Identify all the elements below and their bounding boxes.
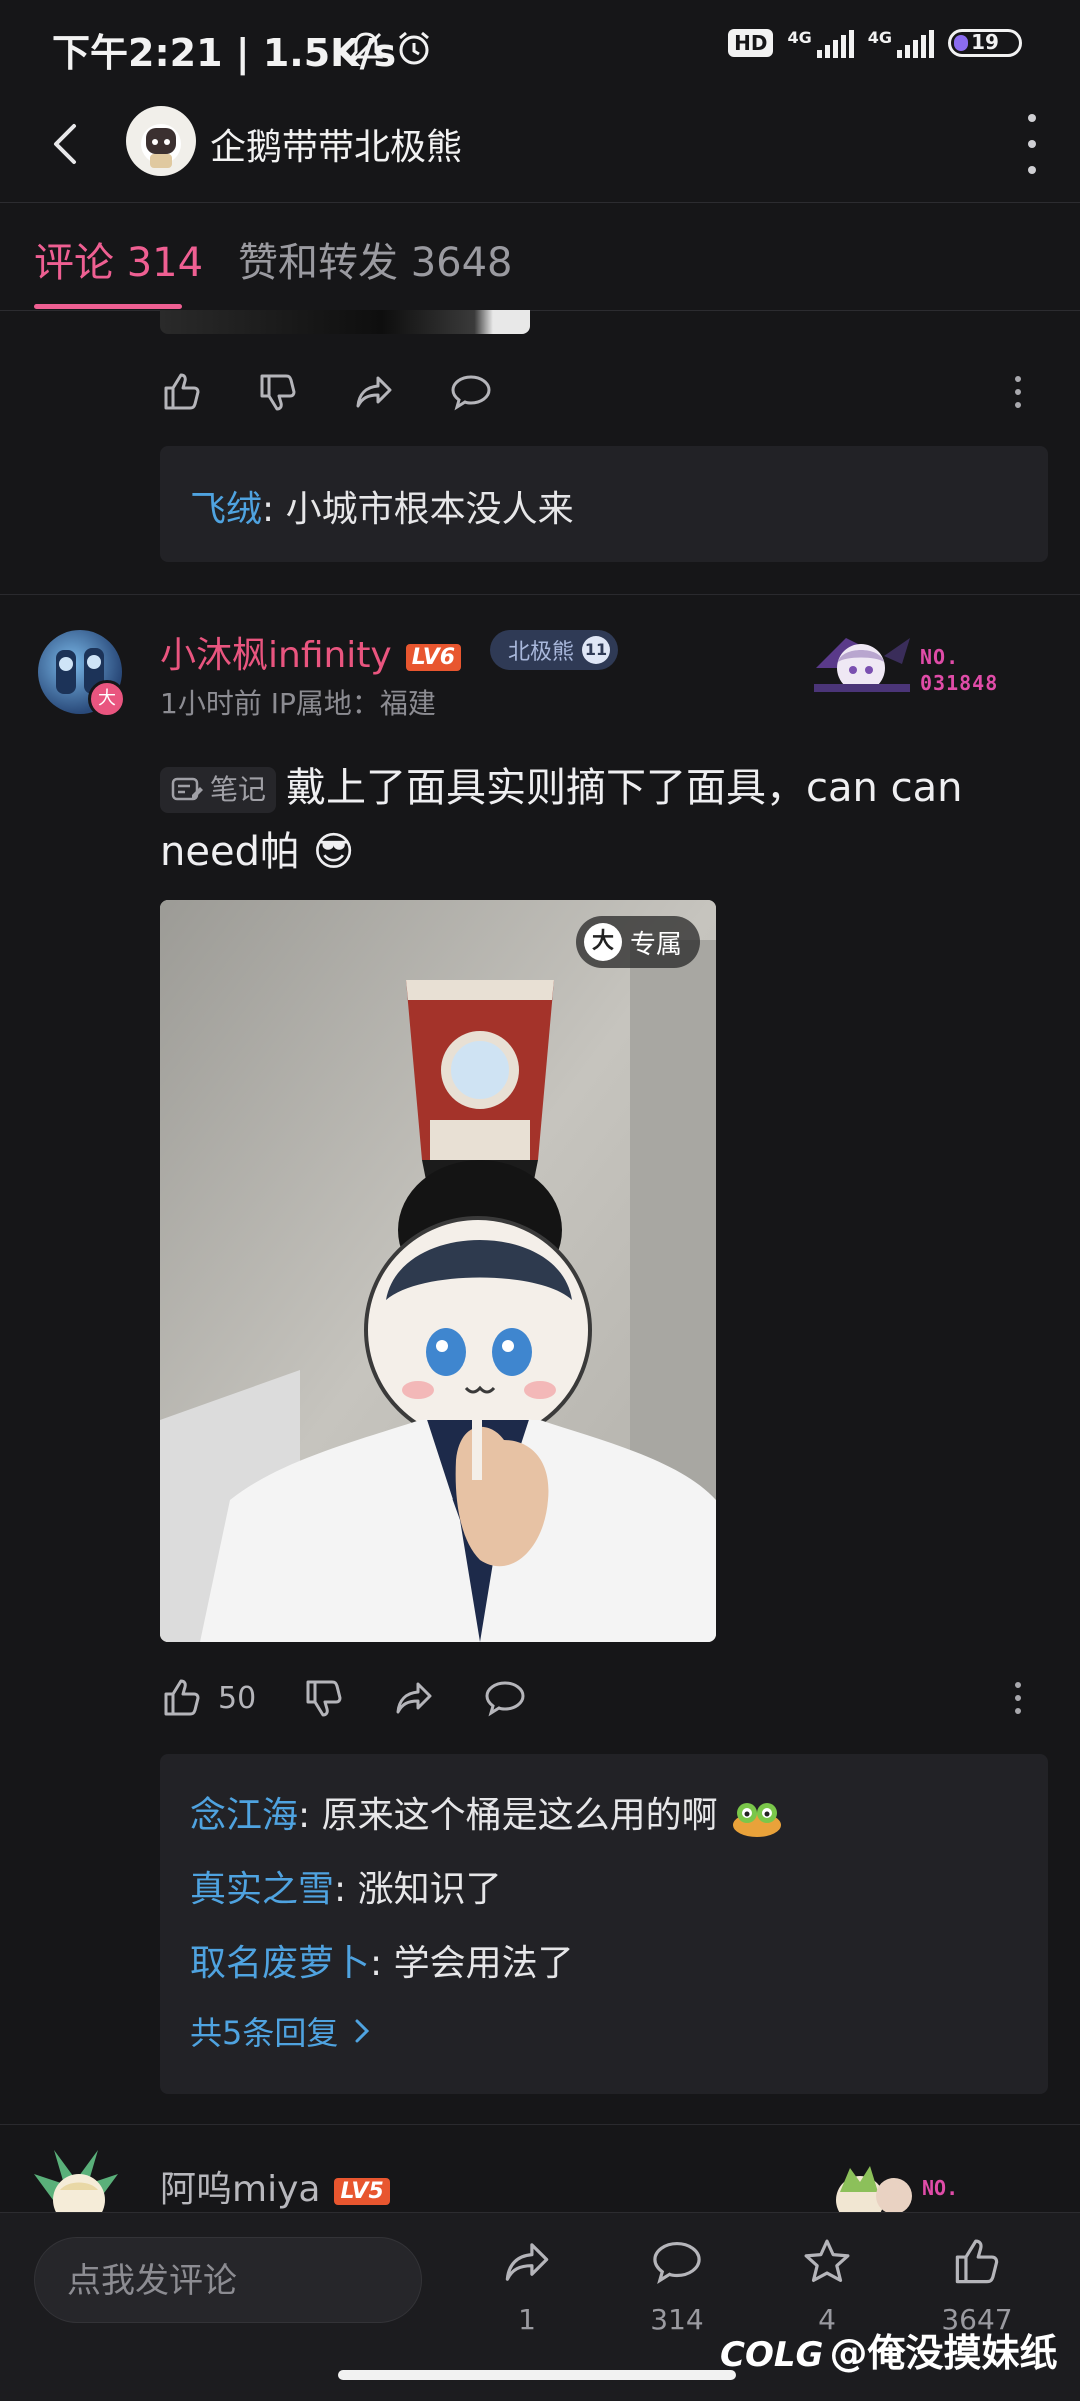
- share-button[interactable]: [352, 370, 396, 414]
- star-icon: [804, 2239, 850, 2283]
- comment-body: 笔记 戴上了面具实则摘下了面具，can can need帕 😎: [160, 765, 963, 875]
- fan-badge[interactable]: 北极熊 11: [490, 630, 619, 670]
- share-button[interactable]: [392, 1676, 436, 1720]
- reply-button[interactable]: [482, 1676, 528, 1720]
- level-badge: LV5: [334, 2177, 390, 2205]
- comment-icon: [451, 375, 491, 411]
- thumbs-down-icon: [306, 1680, 342, 1717]
- status-bar: 下午2:21 | 1.5K/s HD 4G 4G 19: [0, 0, 1080, 96]
- chevron-right-icon: [355, 2019, 370, 2043]
- avatar-badge: 大: [88, 680, 126, 718]
- hd-badge: HD: [728, 29, 774, 57]
- commenter-avatar[interactable]: 大: [38, 630, 126, 718]
- back-icon[interactable]: [40, 116, 96, 172]
- dislike-button[interactable]: [302, 1676, 346, 1720]
- like-button[interactable]: [160, 370, 204, 414]
- sunglasses-emoji: 😎: [312, 829, 355, 875]
- commenter-name[interactable]: 小沐枫infinity LV6: [160, 626, 462, 678]
- comment-meta: 1小时前 IP属地：福建: [160, 687, 436, 720]
- frog-emoji-icon: [729, 1795, 785, 1837]
- tab-comments[interactable]: 评论 314: [34, 230, 203, 288]
- comment-icon: [653, 2241, 701, 2284]
- page-title: 企鹅带带北极熊: [210, 127, 463, 168]
- reply-line: 取名废萝卜: 学会用法了: [190, 1943, 574, 1984]
- author-avatar[interactable]: [126, 106, 196, 176]
- thumbs-up-icon: [164, 1679, 200, 1716]
- comment-icon: [485, 1681, 525, 1717]
- like-count: 50: [218, 1680, 257, 1716]
- tab-active-indicator: [34, 304, 182, 309]
- share-icon: [356, 376, 392, 408]
- bottom-share-button[interactable]: 1: [472, 2235, 582, 2336]
- collection-card[interactable]: NO. 031848: [806, 628, 1006, 706]
- dislike-button[interactable]: [256, 370, 300, 414]
- comment-more-icon[interactable]: [1008, 376, 1028, 408]
- bottom-comment-button[interactable]: 314: [622, 2235, 732, 2336]
- reply-button[interactable]: [448, 370, 494, 414]
- reply-line: 飞绒: 小城市根本没人来: [190, 489, 574, 530]
- battery-icon: 19: [948, 29, 1022, 57]
- exclusive-badge: 大 专属: [575, 916, 700, 968]
- top-nav: 企鹅带带北极熊: [0, 96, 1080, 203]
- next-commenter-avatar[interactable]: [24, 2144, 134, 2212]
- next-commenter-name[interactable]: 阿呜miya LV5: [160, 2160, 390, 2212]
- signal-icon-2: 4G: [868, 28, 934, 58]
- note-tag[interactable]: 笔记: [160, 767, 277, 813]
- card-character-icon: [814, 638, 910, 692]
- note-icon: [171, 777, 203, 801]
- reply-line: 真实之雪: 涨知识了: [190, 1869, 502, 1910]
- signal-icon: 4G: [787, 28, 854, 58]
- like-button[interactable]: 50: [160, 1676, 256, 1720]
- comment-divider: [0, 2124, 1080, 2125]
- prev-reply-box[interactable]: 飞绒: 小城市根本没人来: [160, 446, 1048, 562]
- mute-icon: [346, 28, 386, 72]
- watermark: COLG @俺没摸妹纸: [720, 2331, 1058, 2375]
- level-badge: LV6: [405, 643, 462, 671]
- share-icon: [396, 1682, 432, 1714]
- view-all-replies-link[interactable]: 共5条回复: [190, 2008, 374, 2054]
- next-card-number: NO.: [922, 2176, 959, 2200]
- thumbs-down-icon: [260, 374, 296, 411]
- thumbs-up-icon: [164, 373, 200, 410]
- bottom-like-button[interactable]: 3647: [922, 2235, 1032, 2336]
- share-icon: [505, 2243, 549, 2281]
- reply-line: 念江海: 原来这个桶是这么用的啊: [190, 1786, 785, 1839]
- comment-image[interactable]: 大 专属: [160, 900, 716, 1642]
- more-menu-icon[interactable]: [1020, 114, 1044, 174]
- tab-bar: 评论 314 赞和转发 3648: [0, 202, 1080, 311]
- next-collection-card-icon[interactable]: [820, 2156, 930, 2212]
- status-time: 下午2:21 | 1.5K/s: [52, 31, 397, 75]
- comment-divider: [0, 594, 1080, 595]
- comment-input[interactable]: 点我发评论: [34, 2237, 422, 2323]
- bottom-favorite-button[interactable]: 4: [772, 2235, 882, 2336]
- prev-action-row: [160, 364, 1040, 420]
- thumbs-up-icon: [955, 2239, 999, 2284]
- comment-more-icon[interactable]: [1008, 1682, 1028, 1714]
- previous-image-remnant[interactable]: [160, 310, 530, 334]
- comment-action-row: 50: [160, 1670, 1040, 1726]
- photo-illustration: [160, 900, 716, 1642]
- alarm-icon: [394, 28, 434, 72]
- tab-likes-shares[interactable]: 赞和转发 3648: [238, 230, 513, 288]
- status-right: HD 4G 4G 19: [728, 28, 1022, 58]
- reply-box[interactable]: 念江海: 原来这个桶是这么用的啊 真实之雪: 涨知识了 取名废萝卜: 学会用法了…: [160, 1754, 1048, 2094]
- home-indicator[interactable]: [338, 2370, 736, 2380]
